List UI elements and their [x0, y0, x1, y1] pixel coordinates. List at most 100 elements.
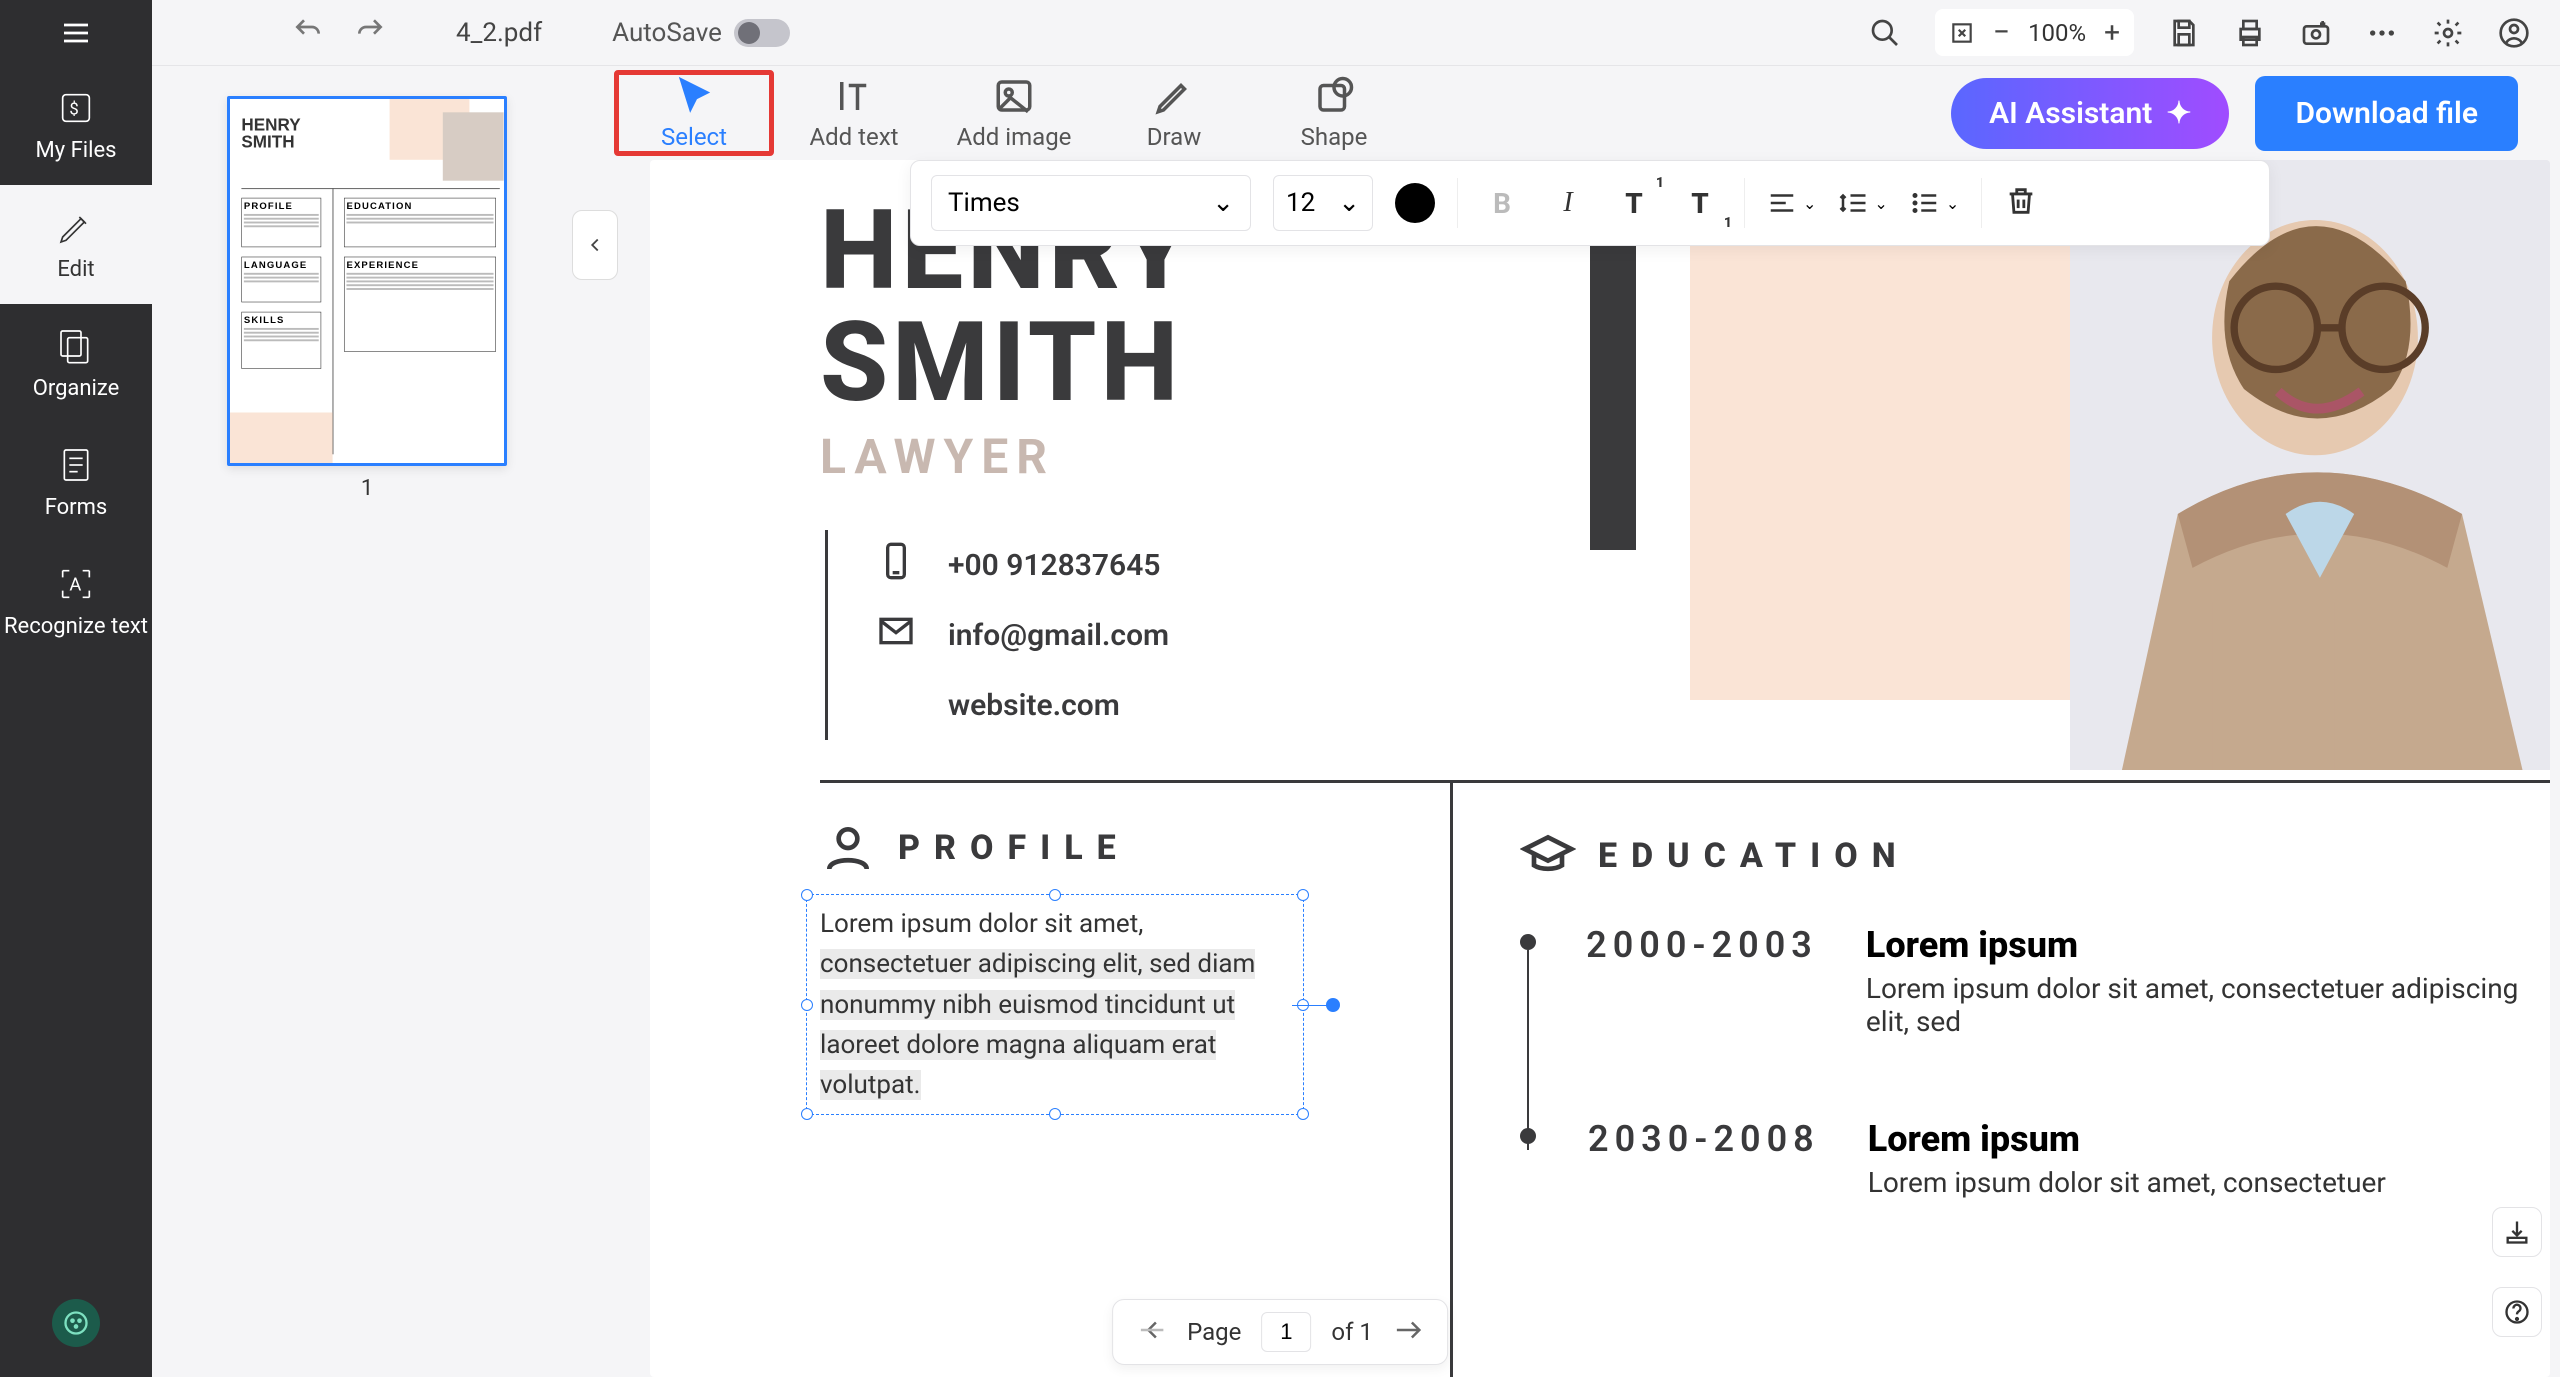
chevron-down-icon: ⌄ [1803, 194, 1816, 213]
education-2-desc: Lorem ipsum dolor sit amet, consectetuer [1868, 1166, 2386, 1199]
resume-last-name: SMITH [820, 307, 1194, 419]
font-family-select[interactable]: Times ⌄ [931, 175, 1251, 231]
autosave-label: AutoSave [612, 18, 722, 48]
filename-label: 4_2.pdf [456, 18, 542, 48]
print-button[interactable] [2234, 17, 2266, 49]
tool-select-label: Select [661, 123, 727, 151]
zoom-in-button[interactable]: + [2104, 16, 2120, 49]
next-page-button[interactable] [1393, 1315, 1423, 1349]
education-item-2: 2030-2008 Lorem ipsum Lorem ipsum dolor … [1520, 1118, 2550, 1199]
contact-website: website.com [948, 688, 1120, 723]
settings-button[interactable] [2432, 17, 2464, 49]
hamburger-menu-button[interactable] [0, 0, 152, 66]
chevron-down-icon: ⌄ [1946, 194, 1959, 213]
document-canvas[interactable]: HENRY SMITH LAWYER +00 912837645 info@gm… [650, 160, 2550, 1377]
sidebar-label-recognize: Recognize text [4, 614, 148, 640]
sparkle-icon: ✦ [2166, 96, 2191, 131]
export-button[interactable] [2492, 1207, 2542, 1257]
ai-assistant-label: AI Assistant [1989, 96, 2152, 131]
font-family-value: Times [948, 188, 1020, 218]
more-button[interactable] [2366, 17, 2398, 49]
zoom-out-button[interactable]: − [1993, 15, 2010, 50]
education-1-title: Lorem ipsum [1866, 924, 2550, 966]
divider-horizontal [820, 780, 2550, 783]
tool-add-image[interactable]: Add image [934, 75, 1094, 151]
sidebar-item-organize[interactable]: Organize [0, 304, 152, 423]
sidebar-item-recognize-text[interactable]: A Recognize text [0, 542, 152, 662]
email-icon [876, 611, 916, 659]
tool-add-image-label: Add image [957, 123, 1072, 151]
tool-select[interactable]: Select [614, 70, 774, 156]
account-button[interactable] [2498, 17, 2530, 49]
theme-button[interactable] [52, 1299, 100, 1347]
sidebar-item-myfiles[interactable]: $ My Files [0, 66, 152, 185]
font-size-value: 12 [1286, 188, 1315, 218]
line-spacing-button[interactable]: ⌄ [1838, 188, 1887, 218]
text-format-toolbar: Times ⌄ 12 ⌄ B I T1 T1 ⌄ ⌄ ⌄ [910, 160, 2270, 246]
download-label: Download file [2295, 96, 2478, 131]
phone-icon [876, 541, 916, 589]
tool-shape-label: Shape [1301, 123, 1368, 151]
tool-add-text[interactable]: Add text [774, 75, 934, 151]
autosave-toggle[interactable] [734, 19, 790, 47]
education-title: EDUCATION [1598, 836, 1910, 876]
education-1-years: 2000-2003 [1586, 924, 1818, 1038]
undo-button[interactable] [292, 15, 324, 51]
education-2-title: Lorem ipsum [1868, 1118, 2386, 1160]
search-button[interactable] [1869, 17, 1901, 49]
save-button[interactable] [2168, 17, 2200, 49]
page-label: Page [1187, 1318, 1241, 1346]
tool-add-text-label: Add text [809, 123, 898, 151]
tool-draw-label: Draw [1147, 123, 1202, 151]
chevron-down-icon: ⌄ [1338, 188, 1360, 218]
contact-block: +00 912837645 info@gmail.com website.com [825, 530, 1169, 740]
sidebar-item-edit[interactable]: Edit [0, 185, 152, 304]
svg-text:$: $ [69, 101, 78, 120]
education-1-desc: Lorem ipsum dolor sit amet, consectetuer… [1866, 972, 2550, 1038]
help-button[interactable] [2492, 1287, 2542, 1337]
chevron-down-icon: ⌄ [1874, 194, 1887, 213]
contact-phone: +00 912837645 [948, 548, 1160, 583]
education-item-1: 2000-2003 Lorem ipsum Lorem ipsum dolor … [1520, 924, 2550, 1038]
sidebar-label-forms: Forms [45, 495, 108, 520]
text-color-picker[interactable] [1395, 183, 1435, 223]
page-thumbnail-1[interactable]: HENRYSMITH PROFILE EDUCATION LANGUAGE EX… [227, 96, 507, 466]
chevron-down-icon: ⌄ [1212, 188, 1234, 218]
sidebar-label-edit: Edit [57, 257, 94, 282]
zoom-value: 100% [2028, 19, 2086, 47]
superscript-button[interactable]: T1 [1612, 181, 1656, 225]
page-number-input[interactable] [1261, 1312, 1311, 1352]
delete-button[interactable] [2004, 184, 2038, 222]
prev-page-button[interactable] [1137, 1315, 1167, 1349]
resume-photo [2070, 160, 2550, 770]
profile-title: PROFILE [898, 828, 1130, 868]
download-file-button[interactable]: Download file [2255, 76, 2518, 151]
selected-text-box[interactable]: Lorem ipsum dolor sit amet, consectetuer… [820, 904, 1290, 1105]
text-align-button[interactable]: ⌄ [1767, 188, 1816, 218]
resume-profession: LAWYER [820, 428, 1055, 485]
italic-button[interactable]: I [1546, 181, 1590, 225]
font-size-select[interactable]: 12 ⌄ [1273, 175, 1373, 231]
svg-text:A: A [69, 575, 81, 596]
screenshot-button[interactable] [2300, 17, 2332, 49]
profile-heading: PROFILE [820, 820, 1420, 876]
ai-assistant-button[interactable]: AI Assistant ✦ [1951, 78, 2229, 149]
sidebar-label-myfiles: My Files [36, 138, 117, 163]
sidebar-item-forms[interactable]: Forms [0, 423, 152, 542]
subscript-button[interactable]: T1 [1678, 181, 1722, 225]
contact-email: info@gmail.com [948, 618, 1169, 653]
redo-button[interactable] [354, 15, 386, 51]
tool-draw[interactable]: Draw [1094, 75, 1254, 151]
rotate-handle[interactable] [1326, 998, 1340, 1012]
sidebar-label-organize: Organize [33, 376, 120, 401]
education-2-years: 2030-2008 [1588, 1118, 1820, 1199]
fit-page-button[interactable] [1949, 20, 1975, 46]
thumbnail-page-number: 1 [152, 476, 582, 501]
page-navigation: Page of 1 [1112, 1299, 1448, 1365]
page-total-label: of 1 [1331, 1318, 1372, 1346]
list-style-button[interactable]: ⌄ [1910, 188, 1959, 218]
tool-shape[interactable]: Shape [1254, 75, 1414, 151]
bold-button[interactable]: B [1480, 181, 1524, 225]
thumbnail-panel: HENRYSMITH PROFILE EDUCATION LANGUAGE EX… [152, 66, 582, 1377]
panel-collapse-button[interactable] [572, 210, 618, 280]
